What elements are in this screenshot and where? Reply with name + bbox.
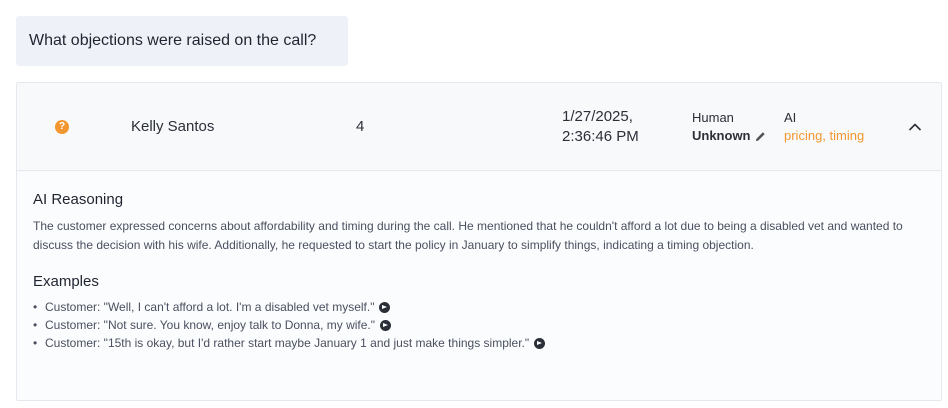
arrow-right-circle-icon[interactable] bbox=[380, 319, 392, 331]
ai-reasoning-title: AI Reasoning bbox=[33, 191, 124, 208]
human-value: Unknown bbox=[692, 128, 751, 143]
question-text: What objections were raised on the call? bbox=[16, 16, 348, 66]
result-card: ? Kelly Santos 4 1/27/2025, 2:36:46 PM H… bbox=[16, 82, 942, 401]
example-text: Customer: "Not sure. You know, enjoy tal… bbox=[45, 318, 376, 332]
call-time: 2:36:46 PM bbox=[562, 128, 639, 145]
bullet: • bbox=[33, 318, 38, 332]
ai-reasoning-text: The customer expressed concerns about af… bbox=[33, 219, 903, 252]
examples-title: Examples bbox=[33, 273, 99, 290]
arrow-right-circle-icon[interactable] bbox=[379, 301, 391, 313]
result-row[interactable]: ? Kelly Santos 4 1/27/2025, 2:36:46 PM H… bbox=[17, 83, 941, 171]
call-datetime: 1/27/2025, 2:36:46 PM bbox=[562, 107, 639, 147]
examples-list: • Customer: "Well, I can't afford a lot.… bbox=[33, 298, 925, 352]
arrow-right-circle-icon[interactable] bbox=[534, 337, 546, 349]
human-label-block: Human Unknown bbox=[692, 109, 766, 145]
pencil-icon[interactable] bbox=[755, 131, 766, 142]
customer-name: Kelly Santos bbox=[131, 118, 215, 135]
example-text: Customer: "Well, I can't afford a lot. I… bbox=[45, 300, 375, 314]
bullet: • bbox=[33, 300, 38, 314]
chevron-up-icon[interactable] bbox=[907, 119, 923, 135]
list-item: • Customer: "Well, I can't afford a lot.… bbox=[33, 298, 925, 316]
human-label: Human bbox=[692, 110, 734, 125]
list-item: • Customer: "15th is okay, but I'd rathe… bbox=[33, 334, 925, 352]
ai-value: pricing, timing bbox=[784, 128, 865, 143]
objection-count: 4 bbox=[356, 118, 365, 135]
example-text: Customer: "15th is okay, but I'd rather … bbox=[45, 336, 530, 350]
detail-panel: AI Reasoning The customer expressed conc… bbox=[17, 172, 941, 400]
ai-label: AI bbox=[784, 110, 797, 125]
bullet: • bbox=[33, 336, 38, 350]
human-value-editable[interactable]: Unknown bbox=[692, 127, 766, 145]
list-item: • Customer: "Not sure. You know, enjoy t… bbox=[33, 316, 925, 334]
ai-label-block: AI pricing, timing bbox=[784, 109, 864, 145]
question-mark-circle-icon: ? bbox=[55, 120, 69, 134]
call-date: 1/27/2025, bbox=[562, 108, 633, 125]
